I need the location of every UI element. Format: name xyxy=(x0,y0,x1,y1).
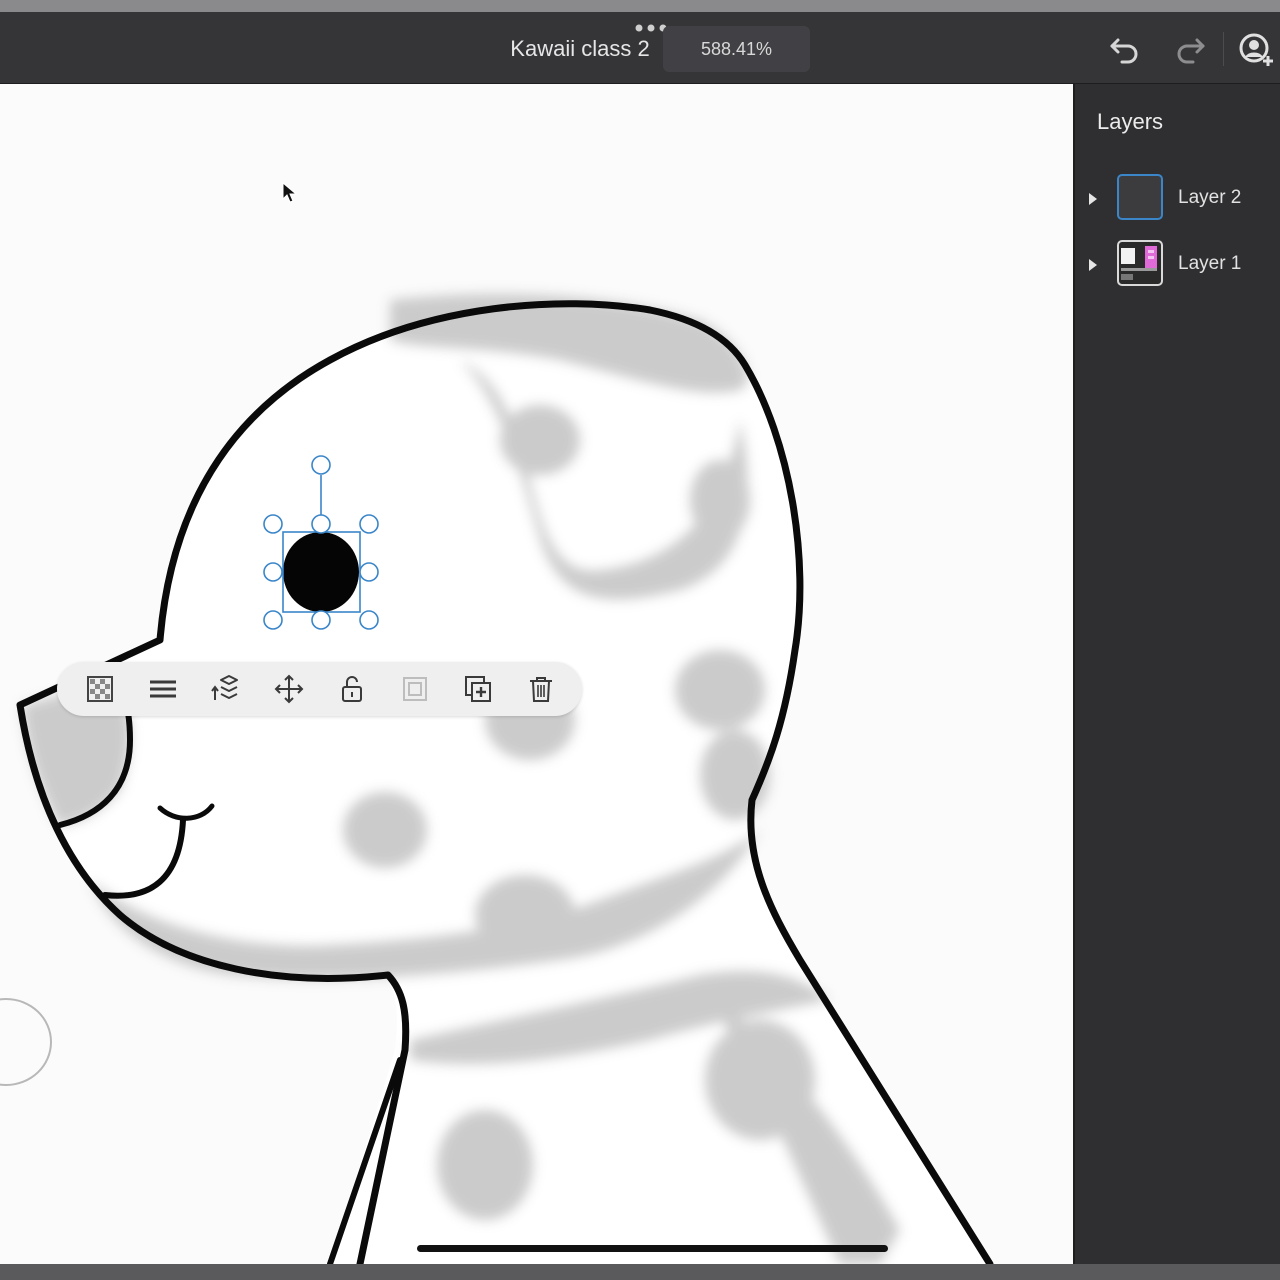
layer-thumbnail[interactable] xyxy=(1117,240,1163,286)
window-bottom-strip xyxy=(0,1264,1280,1280)
layer-name[interactable]: Layer 1 xyxy=(1178,253,1241,275)
move-icon[interactable] xyxy=(274,674,304,704)
layers-panel-title: Layers xyxy=(1097,109,1164,134)
home-indicator[interactable] xyxy=(417,1245,888,1252)
undo-icon[interactable] xyxy=(1108,34,1142,64)
document-title[interactable]: Kawaii class 2 xyxy=(490,36,670,62)
zoom-level[interactable]: 588.41% xyxy=(663,26,810,72)
invite-user-icon[interactable] xyxy=(1238,32,1278,68)
top-bar: Kawaii class 2 588.41% xyxy=(0,12,1280,84)
duplicate-icon[interactable] xyxy=(463,674,493,704)
layers-panel: Layers Layer 2 Layer 1 xyxy=(1073,84,1280,1264)
delete-icon[interactable] xyxy=(526,674,556,704)
toolbar-separator xyxy=(1223,32,1224,66)
mask-icon[interactable] xyxy=(400,674,430,704)
redo-icon[interactable] xyxy=(1173,34,1207,64)
menu-icon[interactable] xyxy=(148,674,178,704)
expand-arrow-icon[interactable] xyxy=(1087,257,1099,273)
mouse-cursor-icon xyxy=(282,182,298,203)
lock-icon[interactable] xyxy=(337,674,367,704)
transparency-icon[interactable] xyxy=(85,674,115,704)
context-toolbar xyxy=(57,662,582,716)
expand-arrow-icon[interactable] xyxy=(1087,191,1099,207)
layer-row-layer-2[interactable]: Layer 2 xyxy=(1075,172,1280,228)
layer-row-layer-1[interactable]: Layer 1 xyxy=(1075,238,1280,294)
layer-thumbnail[interactable] xyxy=(1117,174,1163,220)
window-top-strip xyxy=(0,0,1280,12)
arrange-icon[interactable] xyxy=(211,674,241,704)
layer-name[interactable]: Layer 2 xyxy=(1178,187,1241,209)
